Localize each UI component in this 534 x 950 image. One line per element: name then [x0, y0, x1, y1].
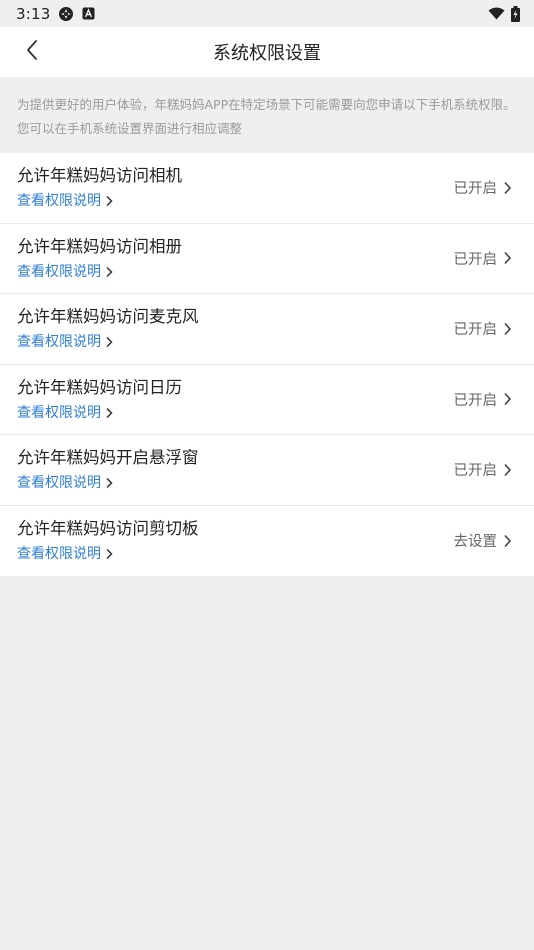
permission-row-floating-window[interactable]: 允许年糕妈妈开启悬浮窗 查看权限说明 已开启: [0, 435, 534, 506]
chevron-right-icon: [503, 181, 512, 195]
accessibility-icon: [82, 7, 95, 20]
permission-info-link[interactable]: 查看权限说明: [17, 545, 199, 563]
chevron-right-icon: [105, 195, 113, 207]
permission-title: 允许年糕妈妈访问日历: [17, 377, 182, 397]
permission-info-link-label: 查看权限说明: [17, 475, 101, 492]
chevron-right-icon: [503, 322, 512, 336]
battery-charging-icon: [511, 5, 520, 22]
permission-info-link-label: 查看权限说明: [17, 546, 101, 563]
permission-title: 允许年糕妈妈访问相机: [17, 166, 182, 186]
permission-info-link[interactable]: 查看权限说明: [17, 263, 182, 281]
permission-info-link-label: 查看权限说明: [17, 193, 101, 210]
permission-info-link-label: 查看权限说明: [17, 263, 101, 280]
permission-status: 已开启: [453, 463, 498, 480]
status-bar: 3:13: [0, 0, 534, 27]
chevron-right-icon: [105, 477, 113, 489]
permission-row-clipboard[interactable]: 允许年糕妈妈访问剪切板 查看权限说明 去设置: [0, 506, 534, 577]
permission-info-link-label: 查看权限说明: [17, 334, 101, 351]
permission-title: 允许年糕妈妈访问相册: [17, 236, 182, 256]
permission-status: 已开启: [453, 322, 498, 339]
permission-info-link[interactable]: 查看权限说明: [17, 404, 182, 422]
permission-status: 去设置: [453, 534, 498, 551]
settings-icon: [58, 6, 74, 22]
permission-row-album[interactable]: 允许年糕妈妈访问相册 查看权限说明 已开启: [0, 224, 534, 294]
permission-row-calendar[interactable]: 允许年糕妈妈访问日历 查看权限说明 已开启: [0, 365, 534, 435]
permission-status: 已开启: [453, 392, 498, 409]
permission-info-link[interactable]: 查看权限说明: [17, 192, 182, 210]
permission-status: 已开启: [453, 181, 498, 198]
back-button[interactable]: [12, 27, 52, 77]
chevron-right-icon: [503, 392, 512, 406]
permission-title: 允许年糕妈妈访问麦克风: [17, 307, 199, 327]
chevron-left-icon: [25, 39, 39, 65]
permission-list: 允许年糕妈妈访问相机 查看权限说明 已开启 允许年糕妈妈访问相册 查看权限说明: [0, 153, 534, 576]
permission-info-link[interactable]: 查看权限说明: [17, 474, 199, 492]
page-title: 系统权限设置: [213, 43, 321, 64]
status-time: 3:13: [16, 4, 51, 23]
top-nav-bar: 系统权限设置: [0, 27, 534, 77]
permission-row-camera[interactable]: 允许年糕妈妈访问相机 查看权限说明 已开启: [0, 153, 534, 224]
permission-info-link-label: 查看权限说明: [17, 404, 101, 421]
chevron-right-icon: [503, 534, 512, 548]
chevron-right-icon: [105, 266, 113, 278]
permission-row-microphone[interactable]: 允许年糕妈妈访问麦克风 查看权限说明 已开启: [0, 294, 534, 365]
permission-title: 允许年糕妈妈开启悬浮窗: [17, 448, 199, 468]
chevron-right-icon: [105, 548, 113, 560]
chevron-right-icon: [105, 407, 113, 419]
permission-title: 允许年糕妈妈访问剪切板: [17, 519, 199, 539]
permission-notice: 为提供更好的用户体验，年糕妈妈APP在特定场景下可能需要向您申请以下手机系统权限…: [0, 77, 534, 153]
chevron-right-icon: [503, 251, 512, 265]
permission-info-link[interactable]: 查看权限说明: [17, 333, 199, 351]
chevron-right-icon: [105, 336, 113, 348]
wifi-icon: [488, 7, 505, 20]
permission-status: 已开启: [453, 251, 498, 268]
chevron-right-icon: [503, 463, 512, 477]
